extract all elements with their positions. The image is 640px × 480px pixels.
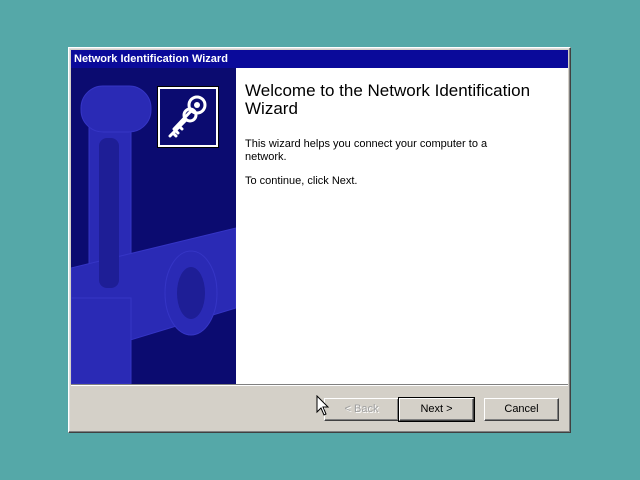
main-panel: Welcome to the Network Identification Wi…: [245, 82, 545, 188]
wizard-window: Network Identification Wizard Welcome to…: [68, 47, 571, 433]
next-button[interactable]: Next >: [398, 397, 475, 422]
mouse-pointer-icon: [316, 395, 330, 416]
wizard-content: Welcome to the Network Identification Wi…: [71, 68, 568, 384]
back-button[interactable]: < Back: [324, 398, 399, 421]
welcome-heading: Welcome to the Network Identification Wi…: [245, 81, 531, 118]
intro-text: This wizard helps you connect your compu…: [245, 138, 488, 163]
button-separator: [71, 384, 568, 386]
title-bar: Network Identification Wizard: [71, 50, 568, 68]
continue-instruction: To continue, click Next.: [245, 175, 358, 187]
cancel-button[interactable]: Cancel: [484, 398, 559, 421]
side-panel-banner: [71, 68, 236, 384]
keys-icon: [157, 86, 219, 148]
